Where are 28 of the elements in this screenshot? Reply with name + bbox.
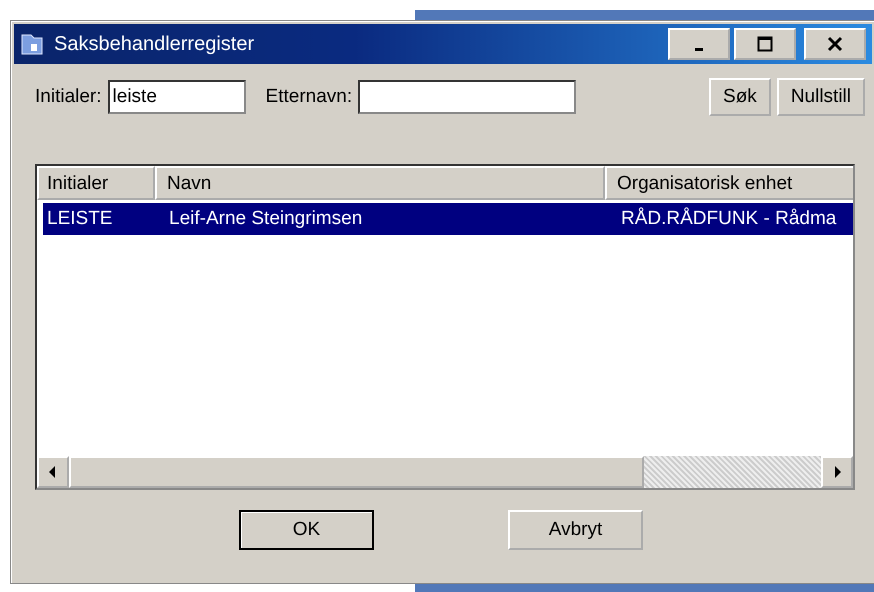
scroll-thumb[interactable] bbox=[69, 456, 644, 488]
dialog-button[interactable]: OK bbox=[239, 510, 374, 550]
field-label: Initialer: bbox=[35, 86, 102, 108]
column-header[interactable]: Organisatorisk enhet bbox=[605, 166, 853, 200]
table-cell-text: Leif-Arne Steingrimsen bbox=[168, 208, 364, 230]
column-header[interactable]: Navn bbox=[155, 166, 605, 200]
table-cell-text: LEISTE bbox=[46, 208, 114, 230]
field-label: Etternavn: bbox=[266, 86, 352, 108]
close-icon bbox=[827, 36, 843, 52]
action-button[interactable]: Søk bbox=[709, 78, 771, 116]
text-field[interactable] bbox=[358, 80, 576, 114]
maximize-button[interactable] bbox=[734, 28, 796, 60]
right-triangle-icon bbox=[833, 466, 841, 478]
folder-icon bbox=[20, 32, 44, 56]
action-button[interactable]: Nullstill bbox=[776, 78, 865, 116]
maximize-icon bbox=[757, 36, 773, 52]
scroll-right-button[interactable] bbox=[821, 456, 853, 488]
horizontal-scrollbar[interactable] bbox=[37, 456, 853, 488]
table-row[interactable]: LEISTE Leif-Arne Steingrimsen RÅD.RÅDFUNK - Rådma bbox=[43, 203, 853, 235]
scroll-left-button[interactable] bbox=[37, 456, 69, 488]
window-title: Saksbehandlerregister bbox=[54, 32, 256, 56]
column-header[interactable]: Initialer bbox=[37, 166, 155, 200]
table-cell-text: RÅD.RÅDFUNK - Rådma bbox=[620, 208, 838, 230]
text-field[interactable]: leiste bbox=[108, 80, 246, 114]
dialog-button[interactable]: Avbryt bbox=[508, 510, 643, 550]
close-button[interactable] bbox=[804, 28, 866, 60]
minimize-icon bbox=[695, 48, 703, 50]
left-triangle-icon bbox=[49, 466, 57, 478]
